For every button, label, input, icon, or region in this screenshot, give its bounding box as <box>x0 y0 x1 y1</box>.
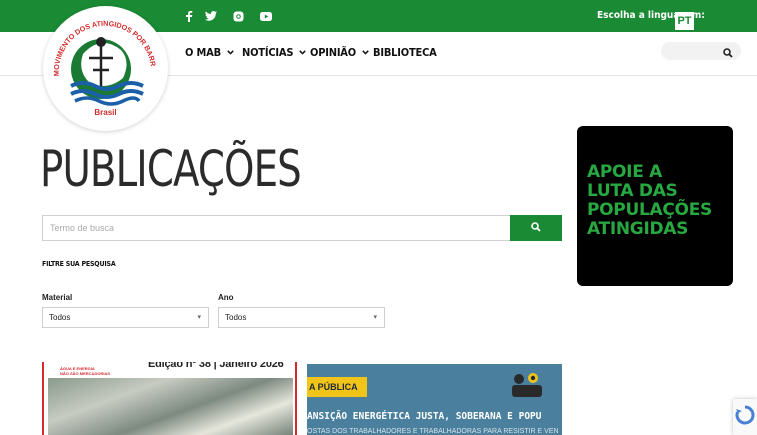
chevron-down-icon <box>299 49 307 57</box>
language-select[interactable]: PT <box>675 12 694 30</box>
workers-illustration-icon <box>509 370 545 400</box>
publication-edition: Edição nº 38 | Janeiro 2026 <box>148 362 284 370</box>
ano-select[interactable]: Todos ▾ <box>218 307 385 328</box>
material-select[interactable]: Todos ▾ <box>42 307 209 328</box>
publication-tag: ÁGUA E ENERGIA NÃO SÃO MERCADORIAS <box>60 366 111 376</box>
ano-select-value: Todos <box>225 313 247 322</box>
publication-card[interactable]: ÁGUA E ENERGIA NÃO SÃO MERCADORIAS Ediçã… <box>42 362 297 435</box>
search-icon[interactable] <box>723 45 733 63</box>
publication-cover-image <box>48 378 293 435</box>
chevron-down-icon <box>362 49 369 57</box>
logo-country-text: Brasil <box>94 108 117 117</box>
nav-item-opiniao[interactable]: OPINIÃO <box>310 46 369 59</box>
nav-item-label: OPINIÃO <box>310 46 356 59</box>
filter-title: FILTRE SUA PESQUISA <box>42 260 116 268</box>
recaptcha-badge[interactable] <box>733 399 757 435</box>
nav-item-biblioteca[interactable]: BIBLIOTECA <box>373 46 437 59</box>
publication-headline: ANSIÇÃO ENERGÉTICA JUSTA, SOBERANA E POP… <box>307 411 542 422</box>
chevron-down-icon: ▾ <box>197 314 201 321</box>
material-label: Material <box>42 293 73 302</box>
material-select-value: Todos <box>49 313 71 322</box>
nav-item-o-mab[interactable]: O MAB <box>185 46 234 59</box>
youtube-icon[interactable] <box>256 0 276 32</box>
publication-card[interactable]: A PÚBLICA ANSIÇÃO ENERGÉTICA JUSTA, SOBE… <box>307 364 562 435</box>
page-title: PUBLICAÇÕES <box>40 140 302 198</box>
twitter-icon[interactable] <box>201 0 221 32</box>
header-search[interactable] <box>661 42 741 60</box>
search-icon <box>531 219 541 237</box>
chevron-down-icon: ▾ <box>373 314 377 321</box>
instagram-icon[interactable] <box>228 0 248 32</box>
mab-logo[interactable]: MOVIMENTO DOS ATINGIDOS POR BARRAGENS Br… <box>43 6 168 131</box>
support-banner-text: APOIE A LUTA DAS POPULAÇÕES ATINGIDAS <box>587 162 712 239</box>
publication-badge: A PÚBLICA <box>307 377 367 397</box>
facebook-icon[interactable] <box>179 0 199 32</box>
search-input[interactable]: Termo de busca <box>42 215 510 241</box>
nav-item-label: BIBLIOTECA <box>373 46 437 59</box>
ano-label: Ano <box>218 293 234 302</box>
chevron-down-icon <box>227 49 234 57</box>
nav-item-label: NOTÍCIAS <box>242 46 294 59</box>
nav-item-label: O MAB <box>185 46 221 59</box>
nav-item-noticias[interactable]: NOTÍCIAS <box>242 46 307 59</box>
support-banner[interactable]: APOIE A LUTA DAS POPULAÇÕES ATINGIDAS <box>577 126 733 286</box>
search-button[interactable] <box>510 215 562 241</box>
publication-subline: OSTAS DOS TRABALHADORES E TRABALHADORAS … <box>307 428 559 435</box>
